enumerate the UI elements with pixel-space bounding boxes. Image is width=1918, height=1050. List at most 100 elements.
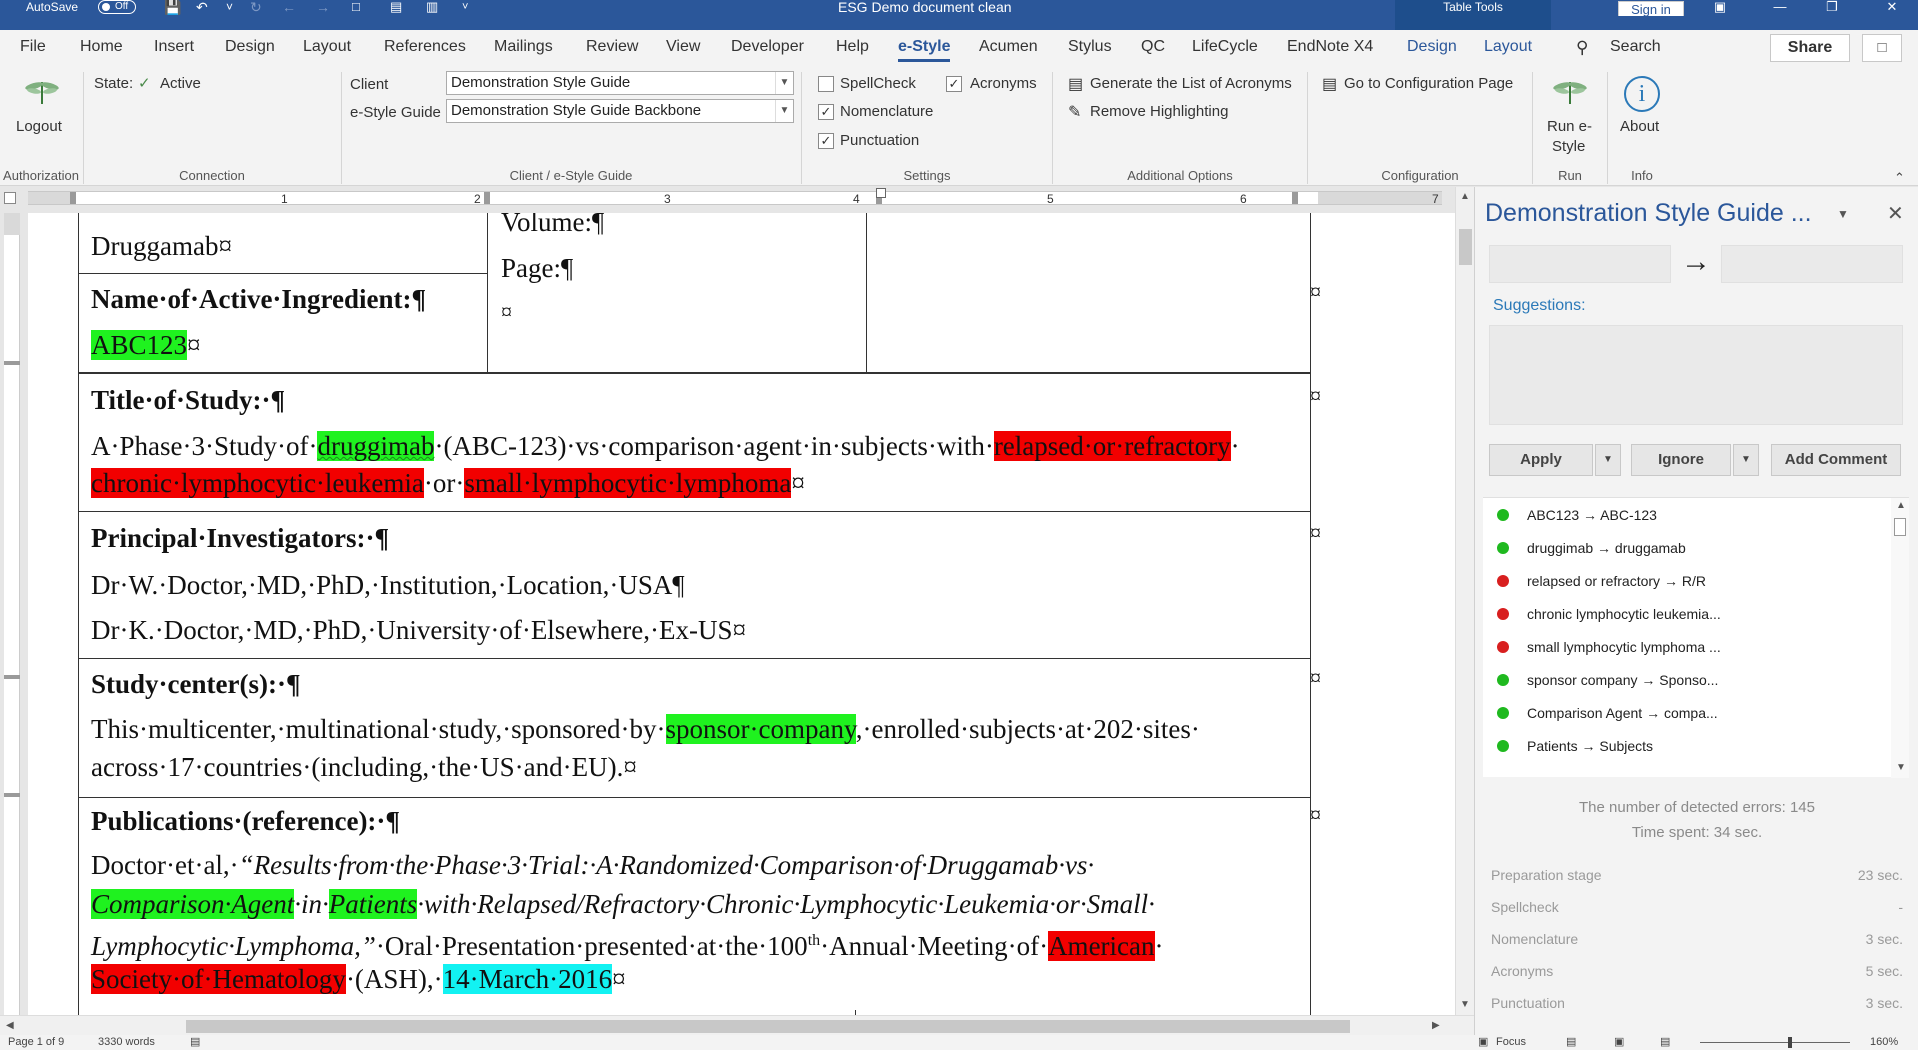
autosave-toggle[interactable]: Off [98, 0, 136, 14]
doc-investigator-1[interactable]: Dr·W.·Doctor,·MD,·PhD,·Institution,·Loca… [91, 568, 685, 602]
tab-references[interactable]: References [384, 38, 466, 56]
tab-view[interactable]: View [666, 38, 700, 56]
scrollbar-thumb[interactable] [1459, 229, 1472, 265]
comment-icon[interactable]: □ [352, 0, 360, 14]
tab-e-style[interactable]: e-Style [898, 38, 951, 62]
about-button[interactable]: About [1620, 118, 1659, 135]
punctuation-checkbox[interactable]: ✓ [818, 133, 834, 149]
scroll-up-icon[interactable]: ▲ [1460, 191, 1470, 202]
export-icon[interactable]: ▥ [426, 0, 438, 14]
save-icon[interactable]: 💾 [164, 0, 181, 14]
error-list[interactable]: ABC123 → ABC-123 druggimab → druggamab r… [1483, 497, 1909, 778]
ignore-button[interactable]: Ignore [1631, 444, 1731, 476]
undo-dropdown-icon[interactable]: ˅ [226, 0, 233, 14]
doc-study-centers-line2[interactable]: across·17·countries·(including,·the·US·a… [91, 750, 637, 784]
tab-acumen[interactable]: Acumen [979, 38, 1038, 56]
ignore-dropdown-icon[interactable]: ▼ [1733, 444, 1759, 476]
tab-help[interactable]: Help [836, 38, 869, 56]
doc-heading-active-ingredient[interactable]: Name·of·Active·Ingredient:¶ [91, 282, 426, 316]
scrollbar-thumb[interactable] [1894, 518, 1906, 536]
undo-icon[interactable]: ↶ [196, 0, 208, 14]
apply-button[interactable]: Apply [1489, 444, 1593, 476]
error-item[interactable]: druggimab → druggamab [1497, 540, 1686, 556]
collapse-ribbon-icon[interactable]: ⌃ [1894, 170, 1905, 186]
client-select[interactable]: Demonstration Style Guide ▼ [446, 71, 794, 95]
doc-publication-line3[interactable]: Lymphocytic·Lymphoma,”·Oral·Presentation… [91, 924, 1164, 963]
tab-stylus[interactable]: Stylus [1068, 38, 1112, 56]
run-estyle-button[interactable]: Run e- [1547, 118, 1592, 135]
customize-toolbar-icon[interactable]: ˅ [462, 0, 468, 14]
web-layout-icon[interactable]: ▤ [1660, 1035, 1670, 1048]
error-item[interactable]: ABC123 → ABC-123 [1497, 507, 1657, 523]
doc-heading-investigators[interactable]: Principal·Investigators:·¶ [91, 521, 389, 555]
replacement-text-field[interactable] [1721, 245, 1903, 283]
tab-mailings[interactable]: Mailings [494, 38, 553, 56]
spellcheck-checkbox[interactable] [818, 76, 834, 92]
error-item[interactable]: small lymphocytic lymphoma ... [1497, 639, 1721, 655]
scroll-right-icon[interactable]: ▶ [1432, 1020, 1440, 1031]
restore-icon[interactable]: ❐ [1812, 0, 1852, 16]
pane-title[interactable]: Demonstration Style Guide ... [1485, 199, 1812, 228]
vertical-scrollbar[interactable]: ▲ ▼ [1455, 187, 1474, 1015]
doc-cell-druggamab[interactable]: Druggamab¤ [91, 229, 232, 263]
word-count[interactable]: 3330 words [98, 1036, 155, 1048]
logout-button[interactable]: Logout [16, 118, 62, 135]
zoom-level[interactable]: 160% [1870, 1036, 1898, 1048]
tab-design[interactable]: Design [225, 38, 275, 56]
apply-dropdown-icon[interactable]: ▼ [1595, 444, 1621, 476]
zoom-slider[interactable] [1700, 1042, 1850, 1043]
doc-cell-end[interactable]: ¤ [501, 295, 512, 329]
indent-marker[interactable] [876, 188, 886, 198]
tab-insert[interactable]: Insert [154, 38, 194, 56]
suggestions-box[interactable] [1489, 325, 1903, 425]
doc-active-ingredient-value[interactable]: ABC123¤ [91, 328, 201, 362]
acronyms-checkbox[interactable]: ✓ [946, 76, 962, 92]
doc-title-line2[interactable]: chronic·lymphocytic·leukemia·or·small·ly… [91, 466, 805, 500]
error-item[interactable]: Comparison Agent → compa... [1497, 705, 1718, 721]
error-list-scrollbar[interactable]: ▲ ▼ [1891, 498, 1909, 778]
doc-investigator-2[interactable]: Dr·K.·Doctor,·MD,·PhD,·University·of·Els… [91, 613, 746, 647]
doc-heading-publications[interactable]: Publications·(reference):·¶ [91, 804, 400, 838]
about-info-icon[interactable]: i [1624, 76, 1660, 112]
read-mode-icon[interactable]: ▤ [1566, 1035, 1576, 1048]
back-arrow-icon[interactable]: ← [282, 0, 296, 14]
close-pane-icon[interactable]: ✕ [1887, 201, 1904, 226]
doc-page[interactable]: Page:¶ [501, 251, 573, 285]
focus-mode-button[interactable]: Focus [1496, 1036, 1526, 1048]
close-window-icon[interactable]: ✕ [1872, 0, 1912, 16]
original-text-field[interactable] [1489, 245, 1671, 283]
nomenclature-checkbox[interactable]: ✓ [818, 104, 834, 120]
focus-icon[interactable]: ▣ [1478, 1035, 1488, 1048]
minimize-icon[interactable]: — [1760, 0, 1800, 16]
tab-home[interactable]: Home [80, 38, 123, 56]
search-icon[interactable]: ⚲ [1576, 38, 1588, 58]
forward-arrow-icon[interactable]: → [316, 0, 330, 14]
logout-dragonfly-icon[interactable] [24, 76, 60, 106]
zoom-slider-handle[interactable] [1788, 1037, 1792, 1048]
sign-in-button[interactable]: Sign in [1618, 1, 1684, 17]
doc-volume[interactable]: Volume:¶ [501, 213, 604, 239]
print-layout-icon[interactable]: ▣ [1614, 1035, 1624, 1048]
redo-icon[interactable]: ↻ [250, 0, 262, 14]
tab-layout[interactable]: Layout [303, 38, 351, 56]
tab-selector-icon[interactable] [4, 192, 16, 204]
column-marker[interactable] [70, 192, 76, 204]
remove-highlighting-button[interactable]: Remove Highlighting [1090, 103, 1228, 120]
scroll-up-icon[interactable]: ▲ [1896, 500, 1906, 511]
tab-review[interactable]: Review [586, 38, 638, 56]
tab-lifecycle[interactable]: LifeCycle [1192, 38, 1258, 56]
scroll-down-icon[interactable]: ▼ [1460, 999, 1470, 1010]
run-estyle-dragonfly-icon[interactable] [1552, 76, 1588, 106]
share-button[interactable]: Share [1770, 34, 1850, 62]
column-marker[interactable] [1292, 192, 1298, 204]
pane-options-icon[interactable]: ▼ [1837, 207, 1849, 221]
go-config-button[interactable]: Go to Configuration Page [1344, 75, 1513, 92]
document-page[interactable]: Druggamab¤ Name·of·Active·Ingredient:¶ A… [28, 213, 1455, 1015]
doc-publication-line4[interactable]: Society·of·Hematology·(ASH),·14·March·20… [91, 962, 626, 996]
doc-publication-line1[interactable]: Doctor·et·al,·“Results·from·the·Phase·3·… [91, 848, 1094, 882]
comments-button[interactable]: □ [1862, 34, 1902, 62]
doc-heading-title[interactable]: Title·of·Study:·¶ [91, 383, 285, 417]
scroll-down-icon[interactable]: ▼ [1896, 762, 1906, 773]
tab-qc[interactable]: QC [1141, 38, 1165, 56]
tab-endnote[interactable]: EndNote X4 [1287, 38, 1373, 56]
